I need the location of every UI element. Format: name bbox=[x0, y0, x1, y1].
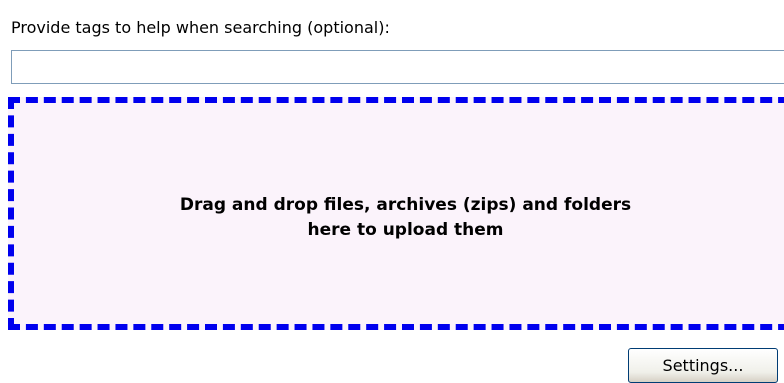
upload-panel: Provide tags to help when searching (opt… bbox=[0, 0, 784, 383]
tags-input[interactable] bbox=[11, 50, 784, 84]
tags-label: Provide tags to help when searching (opt… bbox=[11, 18, 390, 37]
settings-button[interactable]: Settings... bbox=[628, 348, 778, 383]
drop-zone[interactable] bbox=[8, 97, 784, 330]
